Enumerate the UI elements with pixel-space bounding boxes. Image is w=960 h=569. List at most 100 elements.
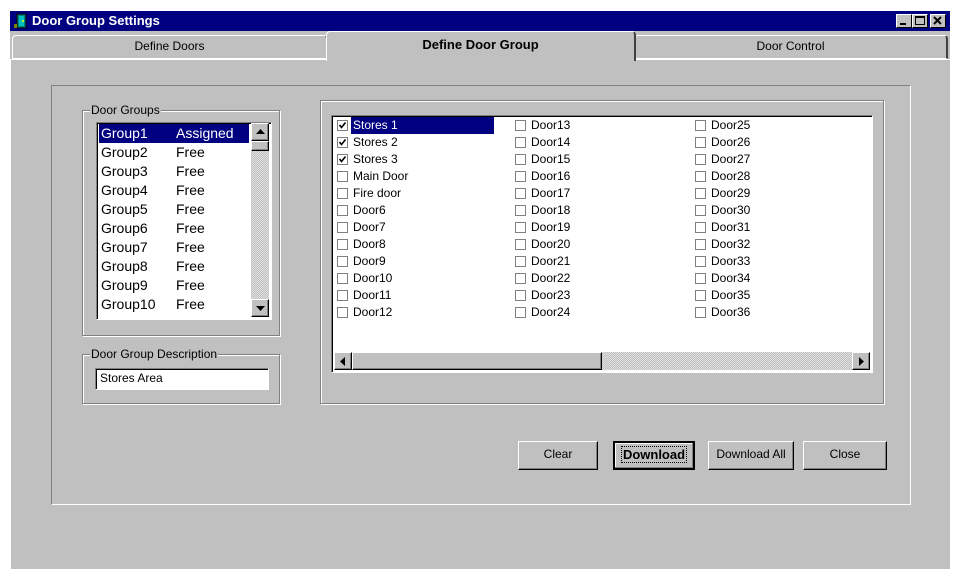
door-checkbox[interactable] bbox=[337, 290, 348, 301]
door-checkbox[interactable] bbox=[337, 137, 348, 148]
door-checkbox[interactable] bbox=[337, 222, 348, 233]
arrow-left-icon bbox=[340, 357, 345, 366]
door-checkbox[interactable] bbox=[337, 205, 348, 216]
door-label: Door19 bbox=[531, 220, 571, 234]
door-checkbox[interactable] bbox=[515, 120, 526, 131]
door-checkbox[interactable] bbox=[337, 273, 348, 284]
checkmark-icon bbox=[338, 122, 347, 129]
door-label: Door10 bbox=[353, 271, 393, 285]
door-checkbox[interactable] bbox=[515, 154, 526, 165]
door-group-item[interactable]: Group4 Free bbox=[99, 181, 249, 200]
tab-define-door-group[interactable]: Define Door Group bbox=[326, 31, 636, 61]
door-checkbox[interactable] bbox=[337, 171, 348, 182]
clear-button[interactable]: Clear bbox=[518, 441, 598, 470]
door-groups-legend: Door Groups bbox=[90, 103, 161, 117]
door-groups-groupbox: Door Groups Group1 Assigned Group2 Free Grou… bbox=[82, 104, 280, 336]
door-checkbox[interactable] bbox=[515, 273, 526, 284]
door-checkbox[interactable] bbox=[515, 256, 526, 267]
door-group-item[interactable]: Group6 Free bbox=[99, 219, 249, 238]
door-checkbox[interactable] bbox=[515, 137, 526, 148]
door-group-item[interactable]: Group1 Assigned bbox=[99, 124, 249, 143]
door-label: Door16 bbox=[531, 169, 571, 183]
door-label: Stores 3 bbox=[353, 152, 398, 166]
door-label: Door24 bbox=[531, 305, 571, 319]
door-checkbox[interactable] bbox=[337, 188, 348, 199]
groups-scroll-up-button[interactable] bbox=[251, 123, 269, 141]
door-group-status: Free bbox=[176, 258, 205, 274]
groups-scroll-thumb[interactable] bbox=[251, 141, 269, 151]
close-dialog-button[interactable]: Close bbox=[803, 441, 887, 470]
door-group-item[interactable]: Group5 Free bbox=[99, 200, 249, 219]
groups-scroll-down-button[interactable] bbox=[251, 299, 269, 317]
checkmark-icon bbox=[338, 156, 347, 163]
door-label: Door9 bbox=[353, 254, 386, 268]
door-label: Door6 bbox=[353, 203, 386, 217]
door-checkbox[interactable] bbox=[515, 171, 526, 182]
door-checkbox[interactable] bbox=[695, 171, 706, 182]
door-group-name: Group10 bbox=[101, 296, 156, 312]
door-group-item[interactable]: Group8 Free bbox=[99, 257, 249, 276]
description-input[interactable]: Stores Area bbox=[95, 368, 269, 390]
door-checkbox[interactable] bbox=[695, 307, 706, 318]
door-label: Door18 bbox=[531, 203, 571, 217]
download-all-button[interactable]: Download All bbox=[708, 441, 794, 470]
door-group-item[interactable]: Group3 Free bbox=[99, 162, 249, 181]
door-label: Door36 bbox=[711, 305, 751, 319]
door-checkbox[interactable] bbox=[695, 273, 706, 284]
door-checkbox[interactable] bbox=[695, 137, 706, 148]
doors-scroll-right-button[interactable] bbox=[852, 352, 870, 370]
door-checkbox[interactable] bbox=[337, 256, 348, 267]
door-checkbox[interactable] bbox=[515, 222, 526, 233]
door-checkbox[interactable] bbox=[695, 256, 706, 267]
tab-strip: Define Doors Define Door Group Door Cont… bbox=[10, 31, 950, 61]
door-groups-list[interactable]: Group1 Assigned Group2 Free Group3 Free Group4… bbox=[96, 122, 272, 320]
minimize-button[interactable] bbox=[896, 14, 912, 28]
door-checkbox[interactable] bbox=[695, 188, 706, 199]
door-group-status: Free bbox=[176, 163, 205, 179]
door-checkbox[interactable] bbox=[515, 188, 526, 199]
door-label: Door12 bbox=[353, 305, 393, 319]
download-button[interactable]: Download bbox=[613, 441, 695, 470]
description-value: Stores Area bbox=[100, 371, 163, 385]
doors-scroll-left-button[interactable] bbox=[334, 352, 352, 370]
tab-label: Define Door Group bbox=[422, 37, 539, 52]
door-group-name: Group4 bbox=[101, 182, 148, 198]
door-group-item[interactable]: Group7 Free bbox=[99, 238, 249, 257]
door-group-item[interactable]: Group9 Free bbox=[99, 276, 249, 295]
close-button[interactable] bbox=[930, 14, 946, 28]
door-label: Door28 bbox=[711, 169, 751, 183]
maximize-button[interactable] bbox=[912, 14, 928, 28]
door-checkbox[interactable] bbox=[337, 239, 348, 250]
door-group-status: Free bbox=[176, 296, 205, 312]
door-checkbox[interactable] bbox=[337, 154, 348, 165]
door-checkbox[interactable] bbox=[515, 239, 526, 250]
door-checkbox[interactable] bbox=[337, 120, 348, 131]
tab-door-control[interactable]: Door Control bbox=[634, 35, 948, 59]
door-checkbox[interactable] bbox=[695, 239, 706, 250]
door-checkbox[interactable] bbox=[695, 222, 706, 233]
download-label: Download bbox=[620, 446, 688, 463]
door-label: Door31 bbox=[711, 220, 751, 234]
door-group-item[interactable]: Group2 Free bbox=[99, 143, 249, 162]
door-group-settings-window: Door Group Settings Define Doors Define … bbox=[10, 11, 950, 569]
clear-label: Clear bbox=[543, 447, 573, 461]
doors-checklist[interactable]: Stores 1 Stores 2 Stores 3 Main Door Fire do… bbox=[331, 115, 873, 373]
groups-scrollbar[interactable] bbox=[251, 123, 269, 317]
tab-define-doors[interactable]: Define Doors bbox=[12, 35, 328, 59]
door-checkbox[interactable] bbox=[515, 205, 526, 216]
door-checkbox[interactable] bbox=[695, 205, 706, 216]
door-label: Stores 1 bbox=[351, 117, 494, 134]
door-checkbox[interactable] bbox=[515, 307, 526, 318]
door-checkbox[interactable] bbox=[337, 307, 348, 318]
door-checkbox[interactable] bbox=[695, 154, 706, 165]
door-label: Door13 bbox=[531, 118, 571, 132]
door-label: Door30 bbox=[711, 203, 751, 217]
door-label: Door20 bbox=[531, 237, 571, 251]
doors-scroll-thumb[interactable] bbox=[352, 352, 602, 370]
door-checkbox[interactable] bbox=[515, 290, 526, 301]
description-groupbox: Door Group Description Stores Area bbox=[82, 348, 280, 404]
door-group-item[interactable]: Group10 Free bbox=[99, 295, 249, 314]
arrow-right-icon bbox=[859, 357, 864, 366]
door-checkbox[interactable] bbox=[695, 290, 706, 301]
door-checkbox[interactable] bbox=[695, 120, 706, 131]
